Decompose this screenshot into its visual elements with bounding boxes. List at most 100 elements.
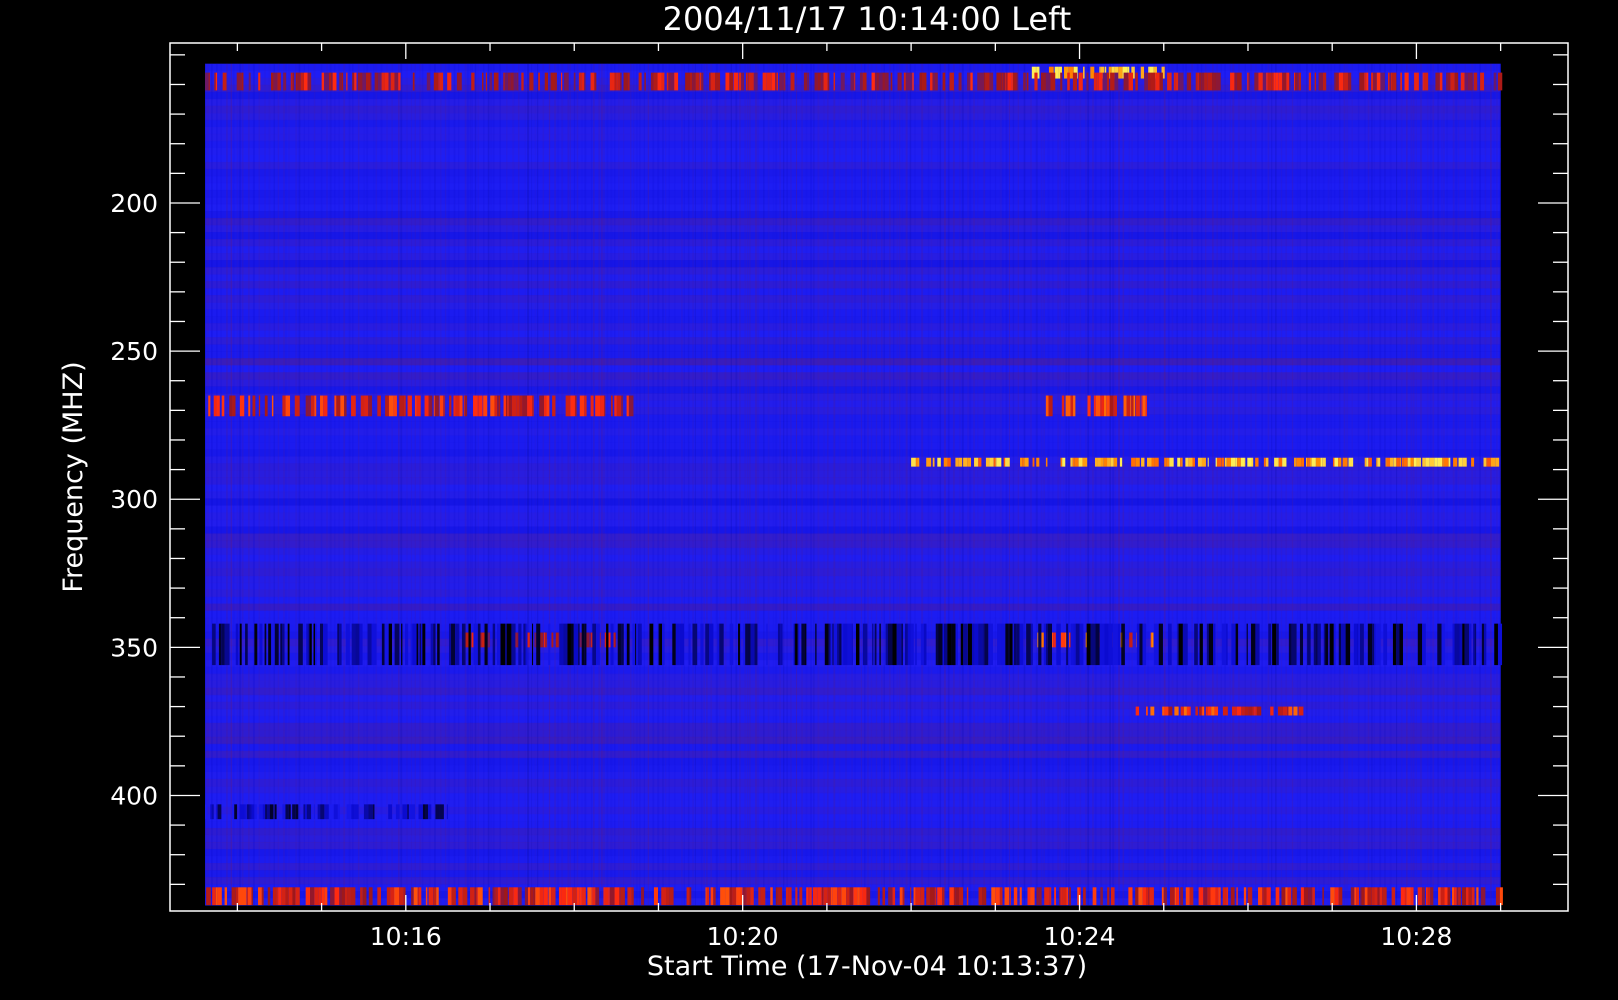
spectrum-striation (812, 63, 815, 906)
spectrum-feature (367, 623, 372, 666)
spectrum-feature (221, 623, 225, 666)
spectrum-feature (310, 395, 315, 417)
spectrum-feature (923, 623, 927, 666)
spectrum-striation (790, 63, 792, 906)
spectrum-feature (609, 887, 615, 906)
spectrum-feature (1483, 457, 1487, 467)
spectrum-feature (1301, 457, 1304, 467)
spectrum-feature (996, 72, 1001, 91)
spectrum-feature (1258, 72, 1263, 91)
spectrum-striation (1114, 63, 1116, 906)
spectrum-feature (1218, 887, 1221, 906)
spectrum-feature (915, 457, 918, 467)
spectrum-feature (344, 395, 347, 417)
spectrum-feature (521, 72, 524, 91)
spectrum-feature (887, 623, 893, 666)
spectrum-striation (927, 63, 930, 906)
spectrum-feature (1038, 623, 1042, 666)
spectrum-feature (295, 804, 299, 820)
spectrum-feature (278, 887, 282, 906)
spectrum-striation (694, 63, 696, 906)
spectrum-striation (1280, 63, 1283, 906)
spectrum-feature (1104, 623, 1109, 666)
spectrum-feature (305, 804, 307, 820)
spectrum-feature (1123, 72, 1129, 91)
spectrum-feature (951, 623, 956, 666)
spectrum-feature (477, 623, 481, 666)
spectrum-feature (267, 887, 271, 906)
spectrum-striation (343, 63, 346, 906)
spectrum-feature (1311, 457, 1316, 467)
spectrum-feature (1315, 623, 1318, 666)
spectrum-feature (877, 72, 879, 91)
spectrum-feature (1106, 395, 1110, 417)
spectrum-feature (1471, 887, 1475, 906)
spectrum-feature (1003, 457, 1006, 467)
spectrum-feature (239, 395, 245, 417)
spectrum-feature (1043, 623, 1046, 666)
spectrum-striation (967, 63, 970, 906)
spectrum-feature (1295, 457, 1297, 467)
spectrum-feature (285, 887, 289, 906)
spectrum-feature (1104, 395, 1107, 417)
spectrum-feature (314, 887, 319, 906)
spectrum-feature (590, 72, 595, 91)
spectrum-feature (932, 72, 935, 91)
spectrum-feature (1016, 623, 1020, 666)
spectrum-striation (205, 63, 207, 906)
spectrum-feature (817, 72, 820, 91)
spectrum-feature (947, 457, 951, 467)
spectrum-feature (1422, 72, 1424, 91)
spectrum-feature (572, 887, 577, 906)
spectrum-striation (1191, 63, 1193, 906)
spectrum-feature (511, 623, 516, 666)
spectrum-feature (963, 457, 968, 467)
spectrum-striation (422, 63, 424, 906)
spectrum-feature (614, 395, 617, 417)
spectrum-feature (1313, 623, 1316, 666)
spectrum-feature (770, 887, 773, 906)
spectrum-feature (307, 623, 310, 666)
spectrum-feature (513, 887, 518, 906)
spectrum-feature (1144, 72, 1148, 91)
spectrum-feature (1404, 887, 1407, 906)
spectrum-feature (1205, 706, 1208, 716)
spectrum-feature (1374, 887, 1378, 906)
spectrum-striation (775, 63, 778, 906)
spectrum-feature (661, 887, 666, 906)
spectrum-feature (1356, 887, 1360, 906)
spectrum-feature (1386, 457, 1391, 467)
spectrum-feature (447, 887, 452, 906)
spectrum-feature (332, 72, 337, 91)
spectrum-feature (493, 72, 499, 91)
spectrum-feature (1090, 623, 1096, 666)
spectrum-feature (1189, 887, 1194, 906)
spectrum-feature (1146, 706, 1148, 716)
spectrum-feature (381, 72, 385, 91)
spectrum-feature (401, 623, 403, 666)
spectrum-feature (591, 887, 593, 906)
spectrum-feature (1036, 457, 1040, 467)
spectrum-feature (1434, 457, 1438, 467)
spectrum-feature (1135, 887, 1139, 906)
spectrum-feature (1151, 457, 1155, 467)
spectrum-feature (625, 623, 627, 666)
spectrum-feature (1095, 623, 1100, 666)
spectrum-feature (915, 623, 917, 666)
spectrum-feature (261, 887, 264, 906)
spectrum-feature (885, 623, 888, 666)
spectrum-feature (604, 887, 609, 906)
spectrum-feature (614, 72, 617, 91)
spectrum-feature (830, 623, 833, 666)
spectrum-feature (997, 623, 1001, 666)
spectrum-feature (1070, 623, 1074, 666)
spectrum-striation (947, 63, 950, 906)
spectrum-feature (300, 72, 304, 91)
spectrum-feature (399, 887, 404, 906)
spectrum-feature (1107, 887, 1110, 906)
spectrum-feature (1300, 887, 1304, 906)
spectrum-feature (503, 395, 506, 417)
spectrum-feature (1135, 72, 1138, 91)
spectrum-striation (1452, 63, 1455, 906)
spectrum-feature (544, 72, 549, 91)
